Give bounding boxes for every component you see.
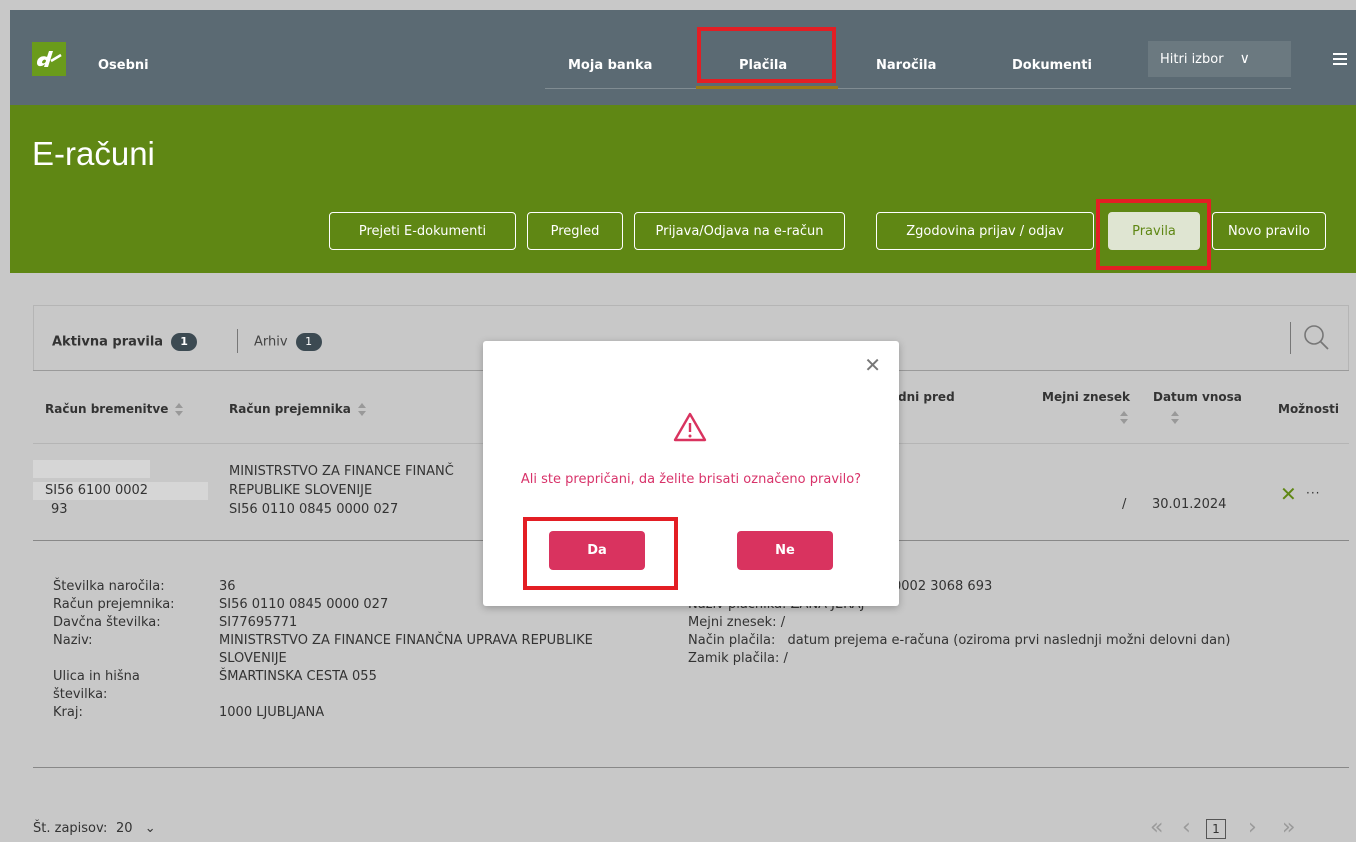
search-icon[interactable] (1302, 323, 1330, 351)
nav-active-indicator (696, 86, 838, 89)
detail-label: Številka naročila: (53, 579, 165, 594)
nav-underline (545, 88, 1291, 89)
overview-button[interactable]: Pregled (527, 212, 623, 250)
confirm-yes-button[interactable]: Da (549, 531, 645, 570)
debit-account-line: SI56 6100 0002 (45, 483, 149, 498)
tab-archive-label: Arhiv (254, 334, 288, 350)
dialog-message: Ali ste prepričani, da želite brisati oz… (520, 472, 862, 487)
received-edocuments-button[interactable]: Prejeti E-dokumenti (329, 212, 516, 250)
detail-right-account: 0002 3068 693 (893, 579, 993, 594)
detail-bottom-border (33, 767, 1349, 768)
detail-offset-value: / (783, 651, 788, 666)
recipient-line: MINISTRSTVO ZA FINANCE FINANČ (229, 464, 454, 479)
subscription-history-button[interactable]: Zgodovina prijav / odjav (876, 212, 1094, 250)
tab-active-label: Aktivna pravila (52, 334, 164, 350)
page-header: E-računi Prejeti E-dokumenti Pregled Pri… (10, 105, 1356, 273)
detail-limit: Mejni znesek: / (688, 614, 785, 632)
chevron-down-icon: ⌄ (144, 821, 156, 836)
close-icon[interactable]: ✕ (864, 355, 881, 375)
detail-limit-value: / (780, 615, 786, 630)
tab-active-rules[interactable]: Aktivna pravila 1 (52, 333, 198, 351)
search-divider (1290, 322, 1291, 354)
detail-city: 1000 LJUBLJANA (219, 705, 325, 720)
sort-icon (174, 402, 184, 417)
col-days-before: dni pred (898, 390, 955, 404)
row-recipient: MINISTRSTVO ZA FINANCE FINANČ REPUBLIKE … (229, 462, 454, 519)
detail-label: Ulica in hišna (53, 669, 140, 684)
active-count-badge: 1 (171, 333, 198, 351)
row-debit-account: SI56 6100 0002 93 (45, 481, 148, 519)
sort-icon[interactable] (1119, 411, 1129, 425)
sort-icon (357, 402, 367, 417)
rules-button[interactable]: Pravila (1108, 212, 1200, 250)
quick-select-dropdown[interactable]: Hitri izbor ∨ (1148, 41, 1291, 77)
col-debit-account-label: Račun bremenitve (45, 402, 169, 416)
quick-select-label: Hitri izbor (1160, 51, 1224, 67)
new-rule-button[interactable]: Novo pravilo (1212, 212, 1326, 250)
tab-archive[interactable]: Arhiv 1 (254, 333, 322, 351)
next-page-icon[interactable]: › (1248, 816, 1257, 840)
col-recipient-account[interactable]: Račun prejemnika (229, 402, 367, 417)
col-entry-date[interactable]: Datum vnosa (1153, 390, 1242, 404)
col-options: Možnosti (1278, 402, 1339, 416)
confirm-no-button[interactable]: Ne (737, 531, 833, 570)
delete-confirmation-dialog: ✕ Ali ste prepričani, da želite brisati … (483, 341, 899, 606)
sort-icon[interactable] (1170, 411, 1180, 425)
col-recipient-account-label: Račun prejemnika (229, 402, 351, 416)
debit-account-line: 93 (51, 502, 68, 517)
current-page[interactable]: 1 (1206, 819, 1226, 839)
col-limit[interactable]: Mejni znesek (1042, 390, 1130, 404)
recipient-line: SI56 0110 0845 0000 027 (229, 502, 399, 517)
recipient-line: REPUBLIKE SLOVENIJE (229, 483, 373, 498)
detail-label: Kraj: (53, 705, 83, 720)
nav-moja-banka[interactable]: Moja banka (568, 58, 652, 73)
records-per-page-select[interactable]: 20 ⌄ (116, 821, 156, 836)
archive-count-badge: 1 (295, 333, 322, 351)
last-page-icon[interactable]: » (1282, 816, 1295, 840)
detail-label: številka: (53, 687, 108, 702)
more-options-icon[interactable]: ··· (1306, 486, 1320, 500)
nav-narocila[interactable]: Naročila (876, 58, 936, 73)
nav-dokumenti[interactable]: Dokumenti (1012, 58, 1092, 73)
row-entry-date: 30.01.2024 (1152, 497, 1227, 512)
bank-logo[interactable] (32, 42, 66, 76)
detail-label: Davčna številka: (53, 615, 161, 630)
chevron-down-icon: ∨ (1239, 51, 1250, 67)
detail-labels: Številka naročila: Račun prejemnika: Dav… (53, 578, 175, 722)
hamburger-menu-icon[interactable] (1333, 53, 1347, 65)
detail-offset-label: Zamik plačila: (688, 651, 780, 666)
page-title: E-računi (32, 135, 155, 172)
detail-payment-method-value: datum prejema e-računa (oziroma prvi nas… (787, 633, 1231, 648)
first-page-icon[interactable]: « (1150, 816, 1163, 840)
detail-label: Naziv: (53, 633, 93, 648)
detail-name: MINISTRSTVO ZA FINANCE FINANČNA UPRAVA R… (219, 633, 593, 648)
detail-tax-no: SI77695771 (219, 615, 298, 630)
detail-street: ŠMARTINSKA CESTA 055 (219, 669, 377, 684)
detail-offset: Zamik plačila: / (688, 650, 788, 668)
records-per-page-label: Št. zapisov: (33, 821, 108, 836)
previous-page-icon[interactable]: ‹ (1182, 816, 1191, 840)
brand-label: Osebni (98, 58, 149, 73)
logo-icon (37, 51, 62, 67)
nav-placila[interactable]: Plačila (739, 58, 787, 73)
detail-payment-method-label: Način plačila: (688, 633, 776, 648)
records-per-page-value: 20 (116, 821, 133, 836)
col-debit-account[interactable]: Račun bremenitve (45, 402, 184, 417)
detail-payment-method: Način plačila: datum prejema e-računa (o… (688, 632, 1230, 650)
delete-rule-icon[interactable]: ✕ (1280, 484, 1297, 504)
warning-icon (673, 412, 707, 442)
detail-name: SLOVENIJE (219, 651, 287, 666)
top-navigation: Osebni Moja banka Plačila Naročila Dokum… (10, 10, 1356, 105)
detail-label: Račun prejemnika: (53, 597, 175, 612)
redacted-area (33, 460, 150, 478)
detail-limit-label: Mejni znesek: (688, 615, 777, 630)
tab-divider (237, 329, 238, 353)
subscribe-unsubscribe-button[interactable]: Prijava/Odjava na e-račun (634, 212, 845, 250)
row-limit: / (1122, 497, 1127, 512)
